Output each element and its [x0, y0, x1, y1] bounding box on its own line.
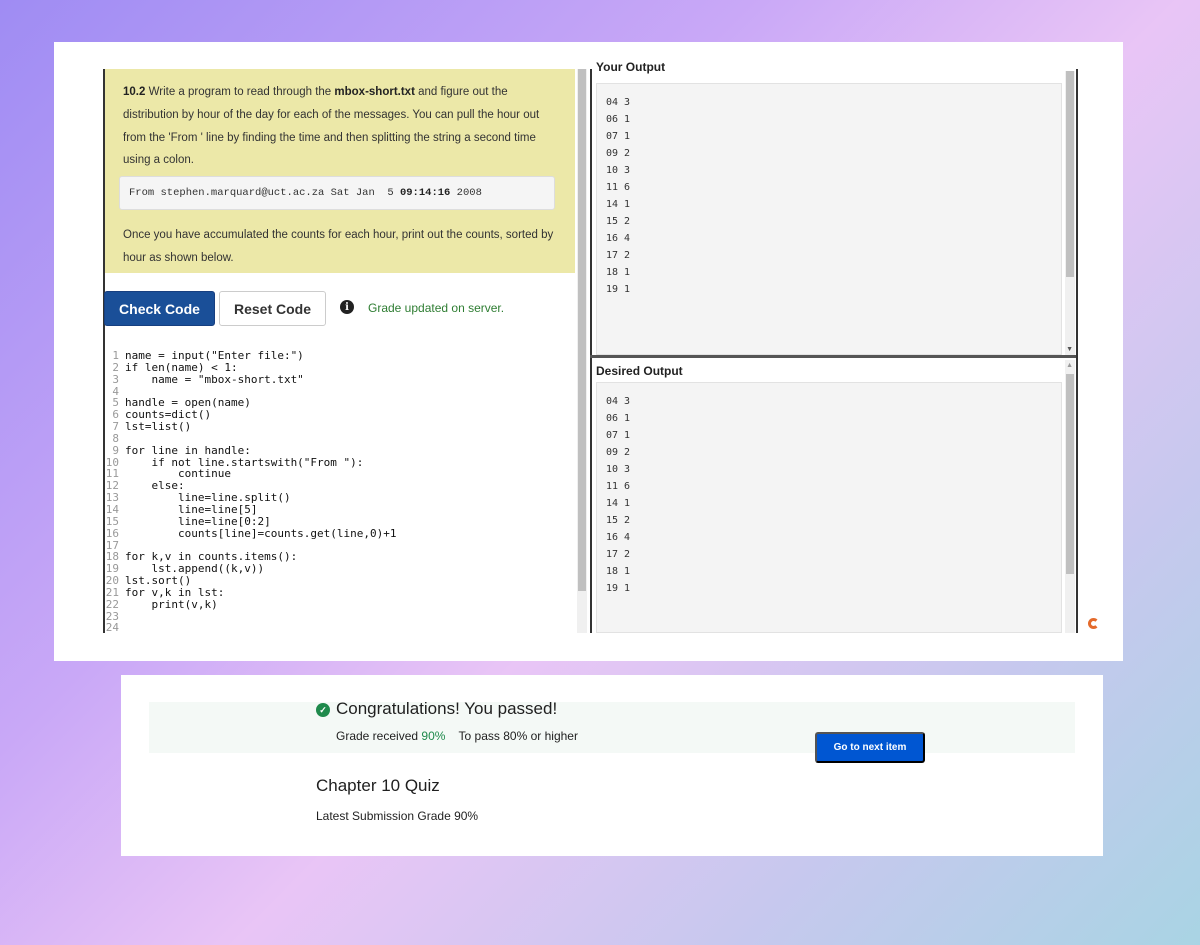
output-line: 06 1 [606, 114, 631, 125]
code-line[interactable]: 8 [105, 433, 575, 445]
output-line: 07 1 [606, 131, 631, 142]
your-output-body: 04 3 06 1 07 1 09 2 10 3 11 6 14 1 15 2 16 4 17 2… [596, 83, 1062, 355]
output-line: 16 4 [606, 532, 631, 543]
grade-received-label: Grade received [336, 729, 419, 743]
code-line[interactable]: 16 counts[line]=counts.get(line,0)+1 [105, 526, 575, 540]
to-pass-value: 80% or higher [503, 729, 578, 743]
output-line: 09 2 [606, 148, 631, 159]
pass-banner: ✓ Congratulations! You passed! Grade rec… [149, 699, 1075, 763]
grade-summary: Grade received 90% To pass 80% or higher [336, 729, 578, 743]
autograder-screenshot: 10.2 Write a program to read through the… [54, 42, 1123, 661]
output-line: 14 1 [606, 199, 631, 210]
sample-suffix: 2008 [450, 187, 482, 200]
output-line: 18 1 [606, 267, 631, 278]
line-number: 8 [112, 431, 119, 445]
output-line: 17 2 [606, 250, 631, 261]
code-text: line=line[0:2] [125, 514, 271, 528]
code-line[interactable]: 23 [105, 610, 575, 623]
code-editor[interactable]: 1 name = input("Enter file:") 2 if len(name… [105, 350, 575, 633]
output-line: 19 1 [606, 583, 631, 594]
go-to-next-item-button[interactable]: Go to next item [815, 732, 925, 763]
code-text: counts[line]=counts.get(line,0)+1 [125, 526, 397, 540]
your-output-scrollbar[interactable]: ▼ [1065, 71, 1075, 355]
code-line[interactable]: 15 line=line[0:2] [105, 514, 575, 528]
code-line[interactable]: 22 print(v,k) [105, 597, 575, 611]
desired-output-scrollbar-thumb[interactable] [1066, 374, 1074, 574]
desired-output-list: 04 3 06 1 07 1 09 2 10 3 11 6 14 1 15 2 16 4 17 2… [606, 393, 630, 597]
check-code-button[interactable]: Check Code [104, 291, 215, 326]
grade-status-message: Grade updated on server. [368, 301, 505, 315]
output-line: 11 6 [606, 481, 631, 492]
your-output-list: 04 3 06 1 07 1 09 2 10 3 11 6 14 1 15 2 16 4 17 2… [606, 94, 630, 298]
line-number: 15 [105, 514, 119, 528]
output-line: 16 4 [606, 233, 631, 244]
scroll-down-icon[interactable]: ▼ [1066, 346, 1073, 353]
latest-submission-grade: Latest Submission Grade 90% [316, 809, 479, 823]
scroll-up-icon[interactable]: ▲ [1066, 362, 1073, 369]
desired-output-scrollbar[interactable]: ▲ [1065, 360, 1075, 633]
problem-instructions: Once you have accumulated the counts for… [123, 229, 554, 264]
line-number: 21 [105, 585, 119, 599]
code-line[interactable]: 21 for v,k in lst: [105, 587, 575, 599]
your-output-scrollbar-thumb[interactable] [1066, 71, 1074, 277]
code-text: if len(name) < 1: [125, 360, 238, 374]
extension-logo-icon [1088, 618, 1099, 629]
output-line: 14 1 [606, 498, 631, 509]
line-number: 9 [112, 443, 119, 457]
code-text: for v,k in lst: [125, 585, 225, 599]
problem-number: 10.2 [123, 86, 146, 98]
output-line: 06 1 [606, 413, 631, 424]
output-line: 10 3 [606, 464, 631, 475]
code-text: name = "mbox-short.txt" [125, 372, 304, 386]
line-number: 16 [105, 526, 119, 540]
to-pass-label: To pass [458, 729, 500, 743]
problem-text-1: Write a program to read through the [148, 86, 332, 98]
output-line: 17 2 [606, 549, 631, 560]
code-text: for line in handle: [125, 443, 251, 457]
output-line: 18 1 [606, 566, 631, 577]
output-line: 07 1 [606, 430, 631, 441]
output-line: 15 2 [606, 216, 631, 227]
problem-text-2: and figure out the distribution by hour … [123, 86, 540, 167]
editor-scrollbar-thumb[interactable] [578, 69, 586, 591]
info-icon[interactable]: i [340, 300, 354, 314]
code-text: lst=list() [125, 420, 192, 434]
output-line: 10 3 [606, 165, 631, 176]
sample-from-line: From stephen.marquard@uct.ac.za Sat Jan … [119, 176, 555, 211]
desired-output-title: Desired Output [596, 364, 683, 378]
code-line[interactable]: 2 if len(name) < 1: [105, 360, 575, 374]
code-text: print(v,k) [125, 597, 218, 611]
problem-paragraph: 10.2 Write a program to read through the… [123, 81, 557, 172]
problem-file-name: mbox-short.txt [334, 86, 415, 98]
output-line: 04 3 [606, 97, 631, 108]
line-number: 2 [112, 360, 119, 374]
line-number: 24 [105, 621, 119, 633]
code-line[interactable]: 7 lst=list() [105, 421, 575, 433]
output-line: 15 2 [606, 515, 631, 526]
pass-title: Congratulations! You passed! [336, 699, 558, 718]
desired-output-body: 04 3 06 1 07 1 09 2 10 3 11 6 14 1 15 2 16 4 17 2… [596, 382, 1062, 633]
quiz-title: Chapter 10 Quiz [316, 776, 440, 795]
sample-prefix: From stephen.marquard@uct.ac.za Sat Jan … [129, 187, 400, 200]
line-number: 3 [112, 372, 119, 386]
sample-time: 09:14:16 [399, 187, 451, 200]
quiz-result-screenshot: ✓ Congratulations! You passed! Grade rec… [121, 675, 1103, 856]
grade-received-value: 90% [421, 729, 446, 743]
code-line[interactable]: 24 [105, 622, 575, 633]
your-output-title: Your Output [596, 60, 666, 74]
frame-border-right [1076, 69, 1078, 633]
output-line: 09 2 [606, 447, 631, 458]
editor-scrollbar[interactable] [577, 69, 587, 633]
output-line: 19 1 [606, 284, 631, 295]
check-circle-icon: ✓ [316, 703, 330, 717]
desired-output-panel: Desired Output 04 3 06 1 07 1 09 2 10 3 11 6 1… [590, 358, 1076, 633]
your-output-panel: Your Output 04 3 06 1 07 1 09 2 10 3 11 6 14 1… [590, 60, 1076, 355]
output-line: 04 3 [606, 396, 631, 407]
output-line: 11 6 [606, 182, 631, 193]
reset-code-button[interactable]: Reset Code [219, 291, 326, 326]
code-line[interactable]: 3 name = "mbox-short.txt" [105, 372, 575, 386]
problem-statement: 10.2 Write a program to read through the… [105, 69, 575, 273]
code-line[interactable]: 9 for line in handle: [105, 443, 575, 457]
line-number: 22 [105, 597, 119, 611]
